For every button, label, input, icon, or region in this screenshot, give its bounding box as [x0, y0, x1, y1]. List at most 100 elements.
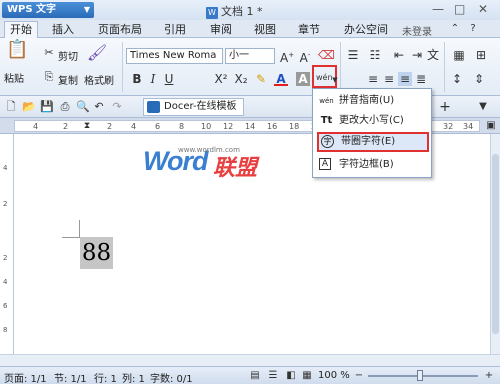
tab-review[interactable]: 审阅	[210, 22, 232, 38]
chevron-up-icon[interactable]: ⌃	[448, 22, 462, 36]
status-column: 列: 1	[122, 374, 145, 384]
shrink-font-icon[interactable]: A-	[298, 48, 312, 65]
title-bar: WPS 文字 ▼ W 文档 1 * — □ ✕	[0, 0, 500, 20]
font-name-select[interactable]: Times New Roma	[126, 48, 223, 64]
horizontal-scrollbar[interactable]	[0, 354, 500, 366]
highlight-icon[interactable]: ✎	[254, 72, 268, 86]
tab-chapter[interactable]: 章节	[298, 22, 320, 38]
zoom-slider-handle[interactable]	[417, 370, 423, 381]
zoom-slider[interactable]	[368, 375, 478, 377]
chevron-down-icon[interactable]: ▼	[476, 100, 490, 114]
tab-label: Docer-在线模板	[164, 101, 237, 112]
web-view-icon[interactable]: ◧	[284, 369, 298, 383]
reading-view-icon[interactable]: ▦	[300, 369, 314, 383]
zoom-out-icon[interactable]: −	[352, 369, 366, 383]
menu-item-change-case[interactable]: Tt 更改大小写(C)	[317, 111, 429, 131]
bold-button[interactable]: B	[130, 72, 144, 86]
separator	[122, 42, 123, 92]
docer-icon	[147, 101, 160, 113]
ruler-mark: 8	[179, 122, 185, 131]
format-painter-icon: 🖌	[86, 43, 108, 62]
scissors-icon: ✂	[44, 46, 54, 59]
chevron-down-icon: ▼	[83, 5, 90, 14]
zoom-in-icon[interactable]: +	[482, 369, 496, 383]
indent-marker-icon[interactable]: ⧗	[80, 119, 94, 133]
tab-view[interactable]: 视图	[254, 22, 276, 38]
tab-start[interactable]: 开始	[4, 21, 38, 39]
new-tab-icon[interactable]: +	[438, 100, 452, 114]
decrease-indent-icon[interactable]: ⇤	[392, 48, 406, 62]
tab-docer-templates[interactable]: Docer-在线模板	[143, 98, 244, 116]
copy-button[interactable]: 复制	[58, 72, 78, 87]
chinese-layout-icon[interactable]: 文	[426, 48, 440, 62]
font-color-icon[interactable]: A	[274, 72, 288, 86]
copy-icon: ⎘	[44, 70, 54, 83]
vertical-ruler: 4 2 2 4 6 8	[0, 134, 14, 354]
separator	[340, 42, 341, 92]
change-case-icon: Tt	[320, 115, 333, 126]
maximize-icon[interactable]: □	[454, 2, 465, 16]
menu-item-label: 字符边框(B)	[339, 159, 394, 170]
close-icon[interactable]: ✕	[478, 2, 488, 16]
menu-item-label: 拼音指南(U)	[339, 95, 395, 106]
align-right-icon[interactable]: ≡	[382, 72, 396, 86]
bullet-list-icon[interactable]: ☰	[346, 48, 360, 62]
character-format-dropdown: wén 拼音指南(U) Tt 更改大小写(C) 字带圈字符(E) A 字符边框(B)	[312, 88, 432, 178]
ruler-mark: 6	[3, 302, 8, 310]
help-icon[interactable]: ?	[466, 22, 480, 36]
grow-font-icon[interactable]: A+	[280, 48, 294, 65]
font-size-select[interactable]: 小一	[225, 48, 275, 64]
status-section: 节: 1/1	[54, 374, 87, 384]
print-icon[interactable]: ⎙	[58, 100, 72, 114]
table-icon[interactable]: ▦	[452, 48, 466, 62]
tab-office-space[interactable]: 办公空间	[344, 22, 388, 38]
menu-item-enclosed-characters[interactable]: 字带圈字符(E)	[317, 132, 429, 152]
justify-icon[interactable]: ≡	[398, 72, 412, 86]
ruler-mark: 14	[245, 122, 256, 131]
layout-icon[interactable]: ⊞	[474, 48, 488, 62]
vertical-scrollbar[interactable]	[490, 134, 500, 354]
status-word-count: 字数: 0/1	[150, 374, 193, 384]
tab-page-layout[interactable]: 页面布局	[98, 22, 142, 38]
italic-button[interactable]: I	[146, 72, 160, 86]
character-shading-icon[interactable]: A	[296, 72, 310, 86]
login-status[interactable]: 未登录	[402, 23, 432, 38]
zoom-level: 100 %	[318, 370, 350, 381]
underline-button[interactable]: U	[162, 72, 176, 86]
print-preview-icon[interactable]: 🔍	[76, 100, 90, 114]
outline-view-icon[interactable]: ☰	[266, 369, 280, 383]
align-center-icon[interactable]: ≡	[366, 72, 380, 86]
selected-text[interactable]: 88	[80, 237, 113, 269]
ruler-mark: 4	[33, 122, 39, 131]
format-painter-button[interactable]: 格式刷	[84, 72, 114, 87]
distributed-icon[interactable]: ≣	[414, 72, 428, 86]
cut-button[interactable]: 剪切	[58, 48, 78, 63]
paragraph-spacing-icon[interactable]: ⇕	[472, 72, 486, 86]
ruler-mark: 8	[3, 326, 8, 334]
app-menu-button[interactable]: WPS 文字 ▼	[2, 2, 94, 18]
redo-icon[interactable]: ↷	[110, 100, 124, 114]
menu-item-label: 带圈字符(E)	[341, 136, 396, 147]
increase-indent-icon[interactable]: ⇥	[410, 48, 424, 62]
phonetic-guide-icon: wén	[319, 97, 334, 105]
clear-format-icon[interactable]: ⌫	[318, 48, 335, 62]
scroll-thumb[interactable]	[492, 154, 499, 334]
open-folder-icon[interactable]: 📂	[22, 100, 36, 114]
paste-button[interactable]: 粘贴	[4, 70, 24, 85]
new-document-icon[interactable]: 🗋	[4, 100, 18, 114]
tab-insert[interactable]: 插入	[52, 22, 74, 38]
line-spacing-icon[interactable]: ↕	[450, 72, 464, 86]
ruler-mark: 16	[267, 122, 278, 131]
paste-icon[interactable]: 📋	[6, 41, 28, 65]
page-view-icon[interactable]: ▤	[248, 369, 262, 383]
ruler-toggle-icon[interactable]: ▣	[484, 119, 498, 133]
superscript-button[interactable]: X²	[212, 72, 230, 86]
save-icon[interactable]: 💾	[40, 100, 54, 114]
menu-item-phonetic-guide[interactable]: wén 拼音指南(U)	[317, 91, 429, 111]
menu-item-character-border[interactable]: A 字符边框(B)	[317, 155, 429, 175]
minimize-icon[interactable]: —	[432, 2, 444, 16]
tab-references[interactable]: 引用	[164, 22, 186, 38]
undo-icon[interactable]: ↶	[92, 100, 106, 114]
numbered-list-icon[interactable]: ☷	[368, 48, 382, 62]
subscript-button[interactable]: X₂	[232, 72, 250, 86]
